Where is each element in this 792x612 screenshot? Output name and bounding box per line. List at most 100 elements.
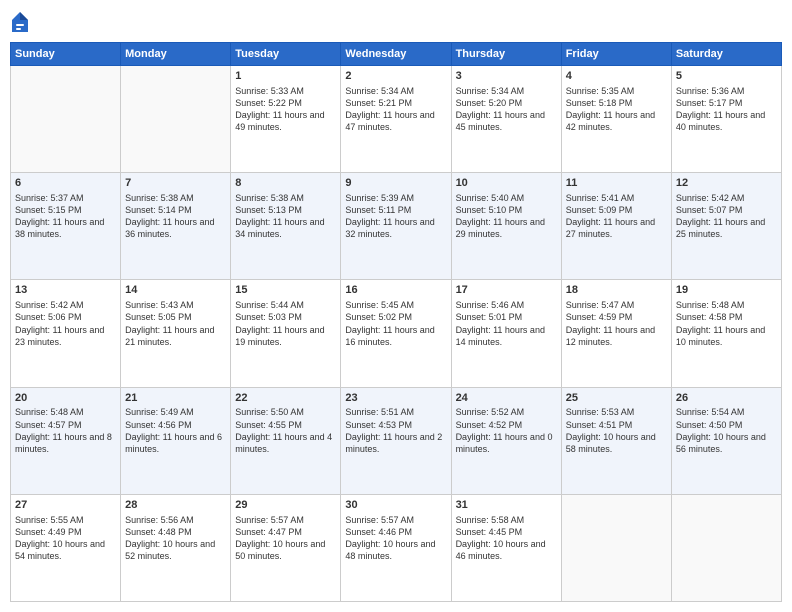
calendar-cell: 2Sunrise: 5:34 AM Sunset: 5:21 PM Daylig… [341, 66, 451, 173]
calendar-cell: 6Sunrise: 5:37 AM Sunset: 5:15 PM Daylig… [11, 173, 121, 280]
day-number: 21 [125, 391, 226, 406]
calendar-cell: 24Sunrise: 5:52 AM Sunset: 4:52 PM Dayli… [451, 387, 561, 494]
col-monday: Monday [121, 43, 231, 66]
day-info: Sunrise: 5:55 AM Sunset: 4:49 PM Dayligh… [15, 514, 116, 563]
calendar-cell: 26Sunrise: 5:54 AM Sunset: 4:50 PM Dayli… [671, 387, 781, 494]
calendar-cell: 7Sunrise: 5:38 AM Sunset: 5:14 PM Daylig… [121, 173, 231, 280]
calendar-week-row: 13Sunrise: 5:42 AM Sunset: 5:06 PM Dayli… [11, 280, 782, 387]
logo-icon [10, 10, 30, 34]
day-info: Sunrise: 5:48 AM Sunset: 4:57 PM Dayligh… [15, 406, 116, 455]
day-info: Sunrise: 5:56 AM Sunset: 4:48 PM Dayligh… [125, 514, 226, 563]
day-info: Sunrise: 5:40 AM Sunset: 5:10 PM Dayligh… [456, 192, 557, 241]
day-number: 15 [235, 283, 336, 298]
col-saturday: Saturday [671, 43, 781, 66]
day-number: 10 [456, 176, 557, 191]
day-info: Sunrise: 5:36 AM Sunset: 5:17 PM Dayligh… [676, 85, 777, 134]
col-tuesday: Tuesday [231, 43, 341, 66]
day-info: Sunrise: 5:35 AM Sunset: 5:18 PM Dayligh… [566, 85, 667, 134]
day-number: 1 [235, 69, 336, 84]
calendar-cell: 18Sunrise: 5:47 AM Sunset: 4:59 PM Dayli… [561, 280, 671, 387]
day-info: Sunrise: 5:50 AM Sunset: 4:55 PM Dayligh… [235, 406, 336, 455]
day-info: Sunrise: 5:42 AM Sunset: 5:07 PM Dayligh… [676, 192, 777, 241]
calendar-cell: 28Sunrise: 5:56 AM Sunset: 4:48 PM Dayli… [121, 494, 231, 601]
day-info: Sunrise: 5:38 AM Sunset: 5:13 PM Dayligh… [235, 192, 336, 241]
day-number: 26 [676, 391, 777, 406]
calendar-cell: 3Sunrise: 5:34 AM Sunset: 5:20 PM Daylig… [451, 66, 561, 173]
day-info: Sunrise: 5:43 AM Sunset: 5:05 PM Dayligh… [125, 299, 226, 348]
day-info: Sunrise: 5:52 AM Sunset: 4:52 PM Dayligh… [456, 406, 557, 455]
day-info: Sunrise: 5:49 AM Sunset: 4:56 PM Dayligh… [125, 406, 226, 455]
day-info: Sunrise: 5:42 AM Sunset: 5:06 PM Dayligh… [15, 299, 116, 348]
day-number: 2 [345, 69, 446, 84]
calendar-week-row: 1Sunrise: 5:33 AM Sunset: 5:22 PM Daylig… [11, 66, 782, 173]
day-info: Sunrise: 5:57 AM Sunset: 4:47 PM Dayligh… [235, 514, 336, 563]
day-number: 3 [456, 69, 557, 84]
calendar: Sunday Monday Tuesday Wednesday Thursday… [10, 42, 782, 602]
day-number: 22 [235, 391, 336, 406]
calendar-cell: 25Sunrise: 5:53 AM Sunset: 4:51 PM Dayli… [561, 387, 671, 494]
calendar-cell: 11Sunrise: 5:41 AM Sunset: 5:09 PM Dayli… [561, 173, 671, 280]
calendar-cell: 9Sunrise: 5:39 AM Sunset: 5:11 PM Daylig… [341, 173, 451, 280]
calendar-cell: 13Sunrise: 5:42 AM Sunset: 5:06 PM Dayli… [11, 280, 121, 387]
col-thursday: Thursday [451, 43, 561, 66]
page: Sunday Monday Tuesday Wednesday Thursday… [0, 0, 792, 612]
day-info: Sunrise: 5:44 AM Sunset: 5:03 PM Dayligh… [235, 299, 336, 348]
calendar-cell [561, 494, 671, 601]
day-info: Sunrise: 5:39 AM Sunset: 5:11 PM Dayligh… [345, 192, 446, 241]
day-number: 6 [15, 176, 116, 191]
header [10, 10, 782, 34]
day-number: 18 [566, 283, 667, 298]
day-number: 20 [15, 391, 116, 406]
calendar-cell: 5Sunrise: 5:36 AM Sunset: 5:17 PM Daylig… [671, 66, 781, 173]
calendar-cell: 10Sunrise: 5:40 AM Sunset: 5:10 PM Dayli… [451, 173, 561, 280]
day-info: Sunrise: 5:38 AM Sunset: 5:14 PM Dayligh… [125, 192, 226, 241]
calendar-cell: 1Sunrise: 5:33 AM Sunset: 5:22 PM Daylig… [231, 66, 341, 173]
day-info: Sunrise: 5:54 AM Sunset: 4:50 PM Dayligh… [676, 406, 777, 455]
day-info: Sunrise: 5:34 AM Sunset: 5:20 PM Dayligh… [456, 85, 557, 134]
day-number: 8 [235, 176, 336, 191]
calendar-week-row: 6Sunrise: 5:37 AM Sunset: 5:15 PM Daylig… [11, 173, 782, 280]
calendar-cell: 8Sunrise: 5:38 AM Sunset: 5:13 PM Daylig… [231, 173, 341, 280]
calendar-cell [671, 494, 781, 601]
day-number: 4 [566, 69, 667, 84]
day-info: Sunrise: 5:37 AM Sunset: 5:15 PM Dayligh… [15, 192, 116, 241]
calendar-cell: 4Sunrise: 5:35 AM Sunset: 5:18 PM Daylig… [561, 66, 671, 173]
col-sunday: Sunday [11, 43, 121, 66]
calendar-cell [11, 66, 121, 173]
day-number: 13 [15, 283, 116, 298]
day-number: 28 [125, 498, 226, 513]
calendar-cell: 31Sunrise: 5:58 AM Sunset: 4:45 PM Dayli… [451, 494, 561, 601]
col-wednesday: Wednesday [341, 43, 451, 66]
day-number: 12 [676, 176, 777, 191]
col-friday: Friday [561, 43, 671, 66]
day-number: 23 [345, 391, 446, 406]
calendar-cell: 30Sunrise: 5:57 AM Sunset: 4:46 PM Dayli… [341, 494, 451, 601]
day-info: Sunrise: 5:45 AM Sunset: 5:02 PM Dayligh… [345, 299, 446, 348]
day-number: 27 [15, 498, 116, 513]
day-info: Sunrise: 5:48 AM Sunset: 4:58 PM Dayligh… [676, 299, 777, 348]
calendar-cell: 12Sunrise: 5:42 AM Sunset: 5:07 PM Dayli… [671, 173, 781, 280]
day-number: 29 [235, 498, 336, 513]
day-info: Sunrise: 5:41 AM Sunset: 5:09 PM Dayligh… [566, 192, 667, 241]
day-info: Sunrise: 5:58 AM Sunset: 4:45 PM Dayligh… [456, 514, 557, 563]
day-number: 30 [345, 498, 446, 513]
day-info: Sunrise: 5:51 AM Sunset: 4:53 PM Dayligh… [345, 406, 446, 455]
day-info: Sunrise: 5:47 AM Sunset: 4:59 PM Dayligh… [566, 299, 667, 348]
day-number: 19 [676, 283, 777, 298]
calendar-cell: 27Sunrise: 5:55 AM Sunset: 4:49 PM Dayli… [11, 494, 121, 601]
calendar-cell: 19Sunrise: 5:48 AM Sunset: 4:58 PM Dayli… [671, 280, 781, 387]
day-number: 7 [125, 176, 226, 191]
calendar-cell: 17Sunrise: 5:46 AM Sunset: 5:01 PM Dayli… [451, 280, 561, 387]
day-number: 5 [676, 69, 777, 84]
calendar-header-row: Sunday Monday Tuesday Wednesday Thursday… [11, 43, 782, 66]
calendar-week-row: 27Sunrise: 5:55 AM Sunset: 4:49 PM Dayli… [11, 494, 782, 601]
day-number: 14 [125, 283, 226, 298]
day-number: 17 [456, 283, 557, 298]
calendar-cell: 14Sunrise: 5:43 AM Sunset: 5:05 PM Dayli… [121, 280, 231, 387]
day-number: 25 [566, 391, 667, 406]
calendar-cell [121, 66, 231, 173]
calendar-cell: 15Sunrise: 5:44 AM Sunset: 5:03 PM Dayli… [231, 280, 341, 387]
calendar-cell: 20Sunrise: 5:48 AM Sunset: 4:57 PM Dayli… [11, 387, 121, 494]
day-number: 9 [345, 176, 446, 191]
day-number: 31 [456, 498, 557, 513]
